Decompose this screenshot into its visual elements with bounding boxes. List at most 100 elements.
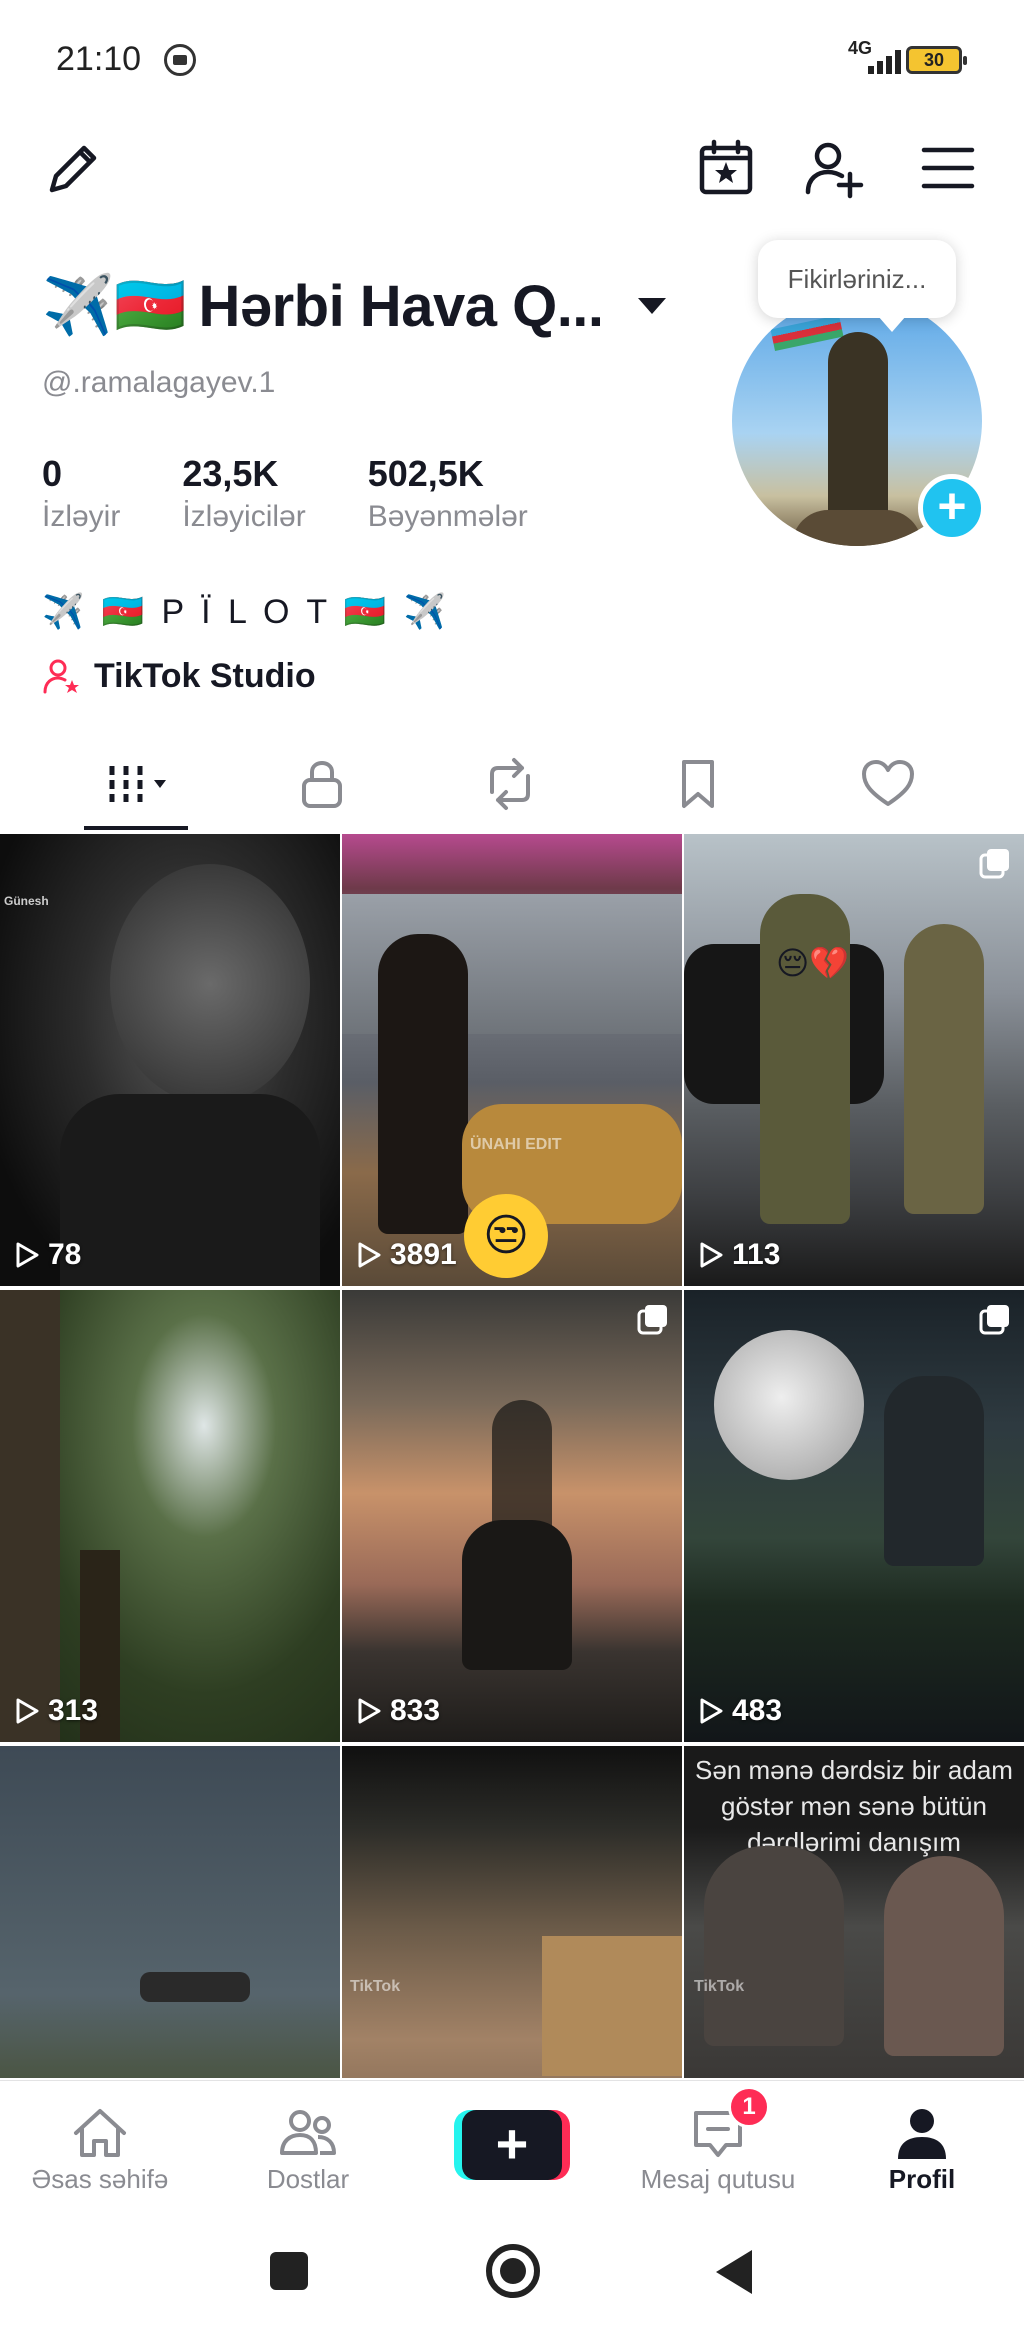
status-bar: 21:10 4G 30: [0, 0, 1024, 110]
studio-label: TikTok Studio: [94, 656, 316, 695]
nav-label: Mesaj qutusu: [640, 2164, 796, 2194]
stat-label: İzləyir: [42, 500, 121, 533]
video-tile[interactable]: 833: [342, 1290, 682, 1742]
status-time: 21:10: [56, 40, 142, 78]
system-nav-bar: [0, 2210, 1024, 2332]
stat-following[interactable]: 0 İzləyir: [42, 452, 120, 534]
recents-button[interactable]: [270, 2252, 308, 2290]
stat-value: 502,5K: [367, 453, 484, 494]
play-icon: [16, 1698, 39, 1724]
stat-label: Bəyənmələr: [367, 500, 528, 533]
stat-followers[interactable]: 23,5K İzləyicilər: [182, 452, 305, 534]
calendar-star-icon[interactable]: [694, 136, 758, 200]
nav-friends[interactable]: Dostlar: [208, 2095, 408, 2205]
tile-moon: [714, 1330, 864, 1480]
signal-icon: [866, 50, 906, 74]
view-count-value: 313: [48, 1694, 99, 1727]
view-count: 113: [698, 1238, 780, 1272]
profile-bio: ✈️ 🇦🇿 P Ï L O T 🇦🇿 ✈️: [42, 593, 451, 631]
profile-avatar-wrap[interactable]: +: [732, 296, 986, 546]
nav-label: Dostlar: [266, 2164, 350, 2194]
tile-car-silhouette: [140, 1972, 250, 2002]
tiktok-watermark: TikTok: [694, 1978, 745, 1995]
content-tabs: [0, 744, 1024, 830]
note-bubble[interactable]: Fikirləriniz...: [758, 240, 956, 332]
avatar-rock: [792, 510, 922, 546]
create-video-button[interactable]: +: [454, 2110, 570, 2180]
view-count-value: 833: [390, 1694, 441, 1727]
profile-icon: [898, 2109, 946, 2159]
profile-name: Hərbi Hava Q...: [198, 273, 604, 339]
profile-handle: @.ramalagayev.1: [42, 366, 276, 399]
tile-watermark: ÜNAHI EDIT: [470, 1136, 562, 1153]
tab-videos-grid-icon[interactable]: [104, 752, 184, 816]
add-story-plus-icon[interactable]: +: [918, 474, 986, 542]
video-tile[interactable]: 483: [684, 1290, 1024, 1742]
play-icon: [700, 1698, 723, 1724]
play-icon: [358, 1242, 381, 1268]
profile-top-bar: [0, 120, 1024, 220]
video-tile[interactable]: Günesh 78: [0, 834, 340, 1286]
stat-value: 0: [42, 453, 63, 494]
create-plus-icon: +: [462, 2110, 562, 2180]
studio-person-star-icon: [43, 659, 79, 694]
tile-watermark: Günesh: [4, 894, 49, 908]
video-tile[interactable]: [0, 1746, 340, 2078]
battery-icon: 30: [906, 46, 967, 74]
video-tile[interactable]: ÜNAHI EDIT 😒 3891: [342, 834, 682, 1286]
view-count-value: 113: [732, 1238, 781, 1271]
view-count: 78: [14, 1238, 81, 1272]
tile-man-face: [704, 1846, 844, 2046]
profile-stats: 0 İzləyir 23,5K İzləyicilər 502,5K Bəyən…: [42, 452, 590, 534]
edit-pencil-icon[interactable]: [42, 136, 106, 200]
play-icon: [358, 1698, 381, 1724]
view-count-value: 483: [732, 1694, 783, 1727]
view-count: 833: [356, 1694, 440, 1728]
video-grid: Günesh 78 ÜNAHI EDIT 😒 3891 😔💔 113 313 8…: [0, 834, 1024, 2078]
view-count-value: 3891: [390, 1238, 457, 1271]
view-count-value: 78: [48, 1238, 82, 1271]
tab-liked-heart-icon[interactable]: [856, 752, 920, 816]
tile-soldier-2: [904, 924, 984, 1214]
play-icon: [700, 1242, 723, 1268]
avatar-soldier: [828, 332, 888, 522]
tile-woman-face: [884, 1856, 1004, 2056]
nav-label: Əsas səhifə: [31, 2164, 169, 2194]
menu-icon[interactable]: [916, 136, 980, 200]
tile-sitting-figure: [884, 1376, 984, 1566]
tiktok-studio-link[interactable]: TikTok Studio: [42, 656, 316, 696]
tile-person: [378, 934, 468, 1234]
back-button[interactable]: [716, 2250, 752, 2294]
view-count: 313: [14, 1694, 98, 1728]
add-friend-icon[interactable]: [802, 136, 866, 200]
tile-overlay-text: Sən mənə dərdsiz bir adam göstər mən sən…: [695, 1755, 1013, 1857]
video-tile[interactable]: TikTok: [342, 1746, 682, 2078]
unamused-emoji: 😒: [464, 1194, 548, 1278]
nav-inbox[interactable]: Mesaj qutusu: [618, 2095, 818, 2205]
tile-tree-trunk: [0, 1290, 60, 1742]
tile-figure: [110, 864, 310, 1104]
multi-photo-icon: [637, 1305, 667, 1335]
tab-favorites-bookmark-icon[interactable]: [666, 752, 730, 816]
view-count: 483: [698, 1694, 782, 1728]
tile-seated-figure: [462, 1520, 572, 1670]
profile-name-row[interactable]: ✈️🇦🇿 Hərbi Hava Q...: [42, 266, 666, 346]
home-icon: [74, 2109, 126, 2157]
nav-label: Profil: [888, 2164, 956, 2194]
active-tab-indicator: [84, 826, 188, 830]
play-icon: [16, 1242, 39, 1268]
account-switch-caret-icon[interactable]: [637, 298, 666, 314]
nav-home[interactable]: Əsas səhifə: [0, 2095, 200, 2205]
view-count: 3891: [356, 1238, 457, 1272]
video-tile[interactable]: 313: [0, 1290, 340, 1742]
stat-likes[interactable]: 502,5K Bəyənmələr: [368, 452, 528, 534]
nav-profile[interactable]: Profil: [822, 2095, 1022, 2205]
friends-icon: [280, 2110, 336, 2155]
video-tile[interactable]: 😔💔 113: [684, 834, 1024, 1286]
tab-private-lock-icon[interactable]: [290, 752, 354, 816]
video-tile[interactable]: Sən mənə dərdsiz bir adam göstər mən sən…: [684, 1746, 1024, 2078]
tiktok-watermark: TikTok: [350, 1978, 401, 1995]
sad-emoji: 😔💔: [776, 945, 850, 981]
tab-repost-icon[interactable]: [478, 752, 542, 816]
home-button[interactable]: [486, 2244, 540, 2298]
